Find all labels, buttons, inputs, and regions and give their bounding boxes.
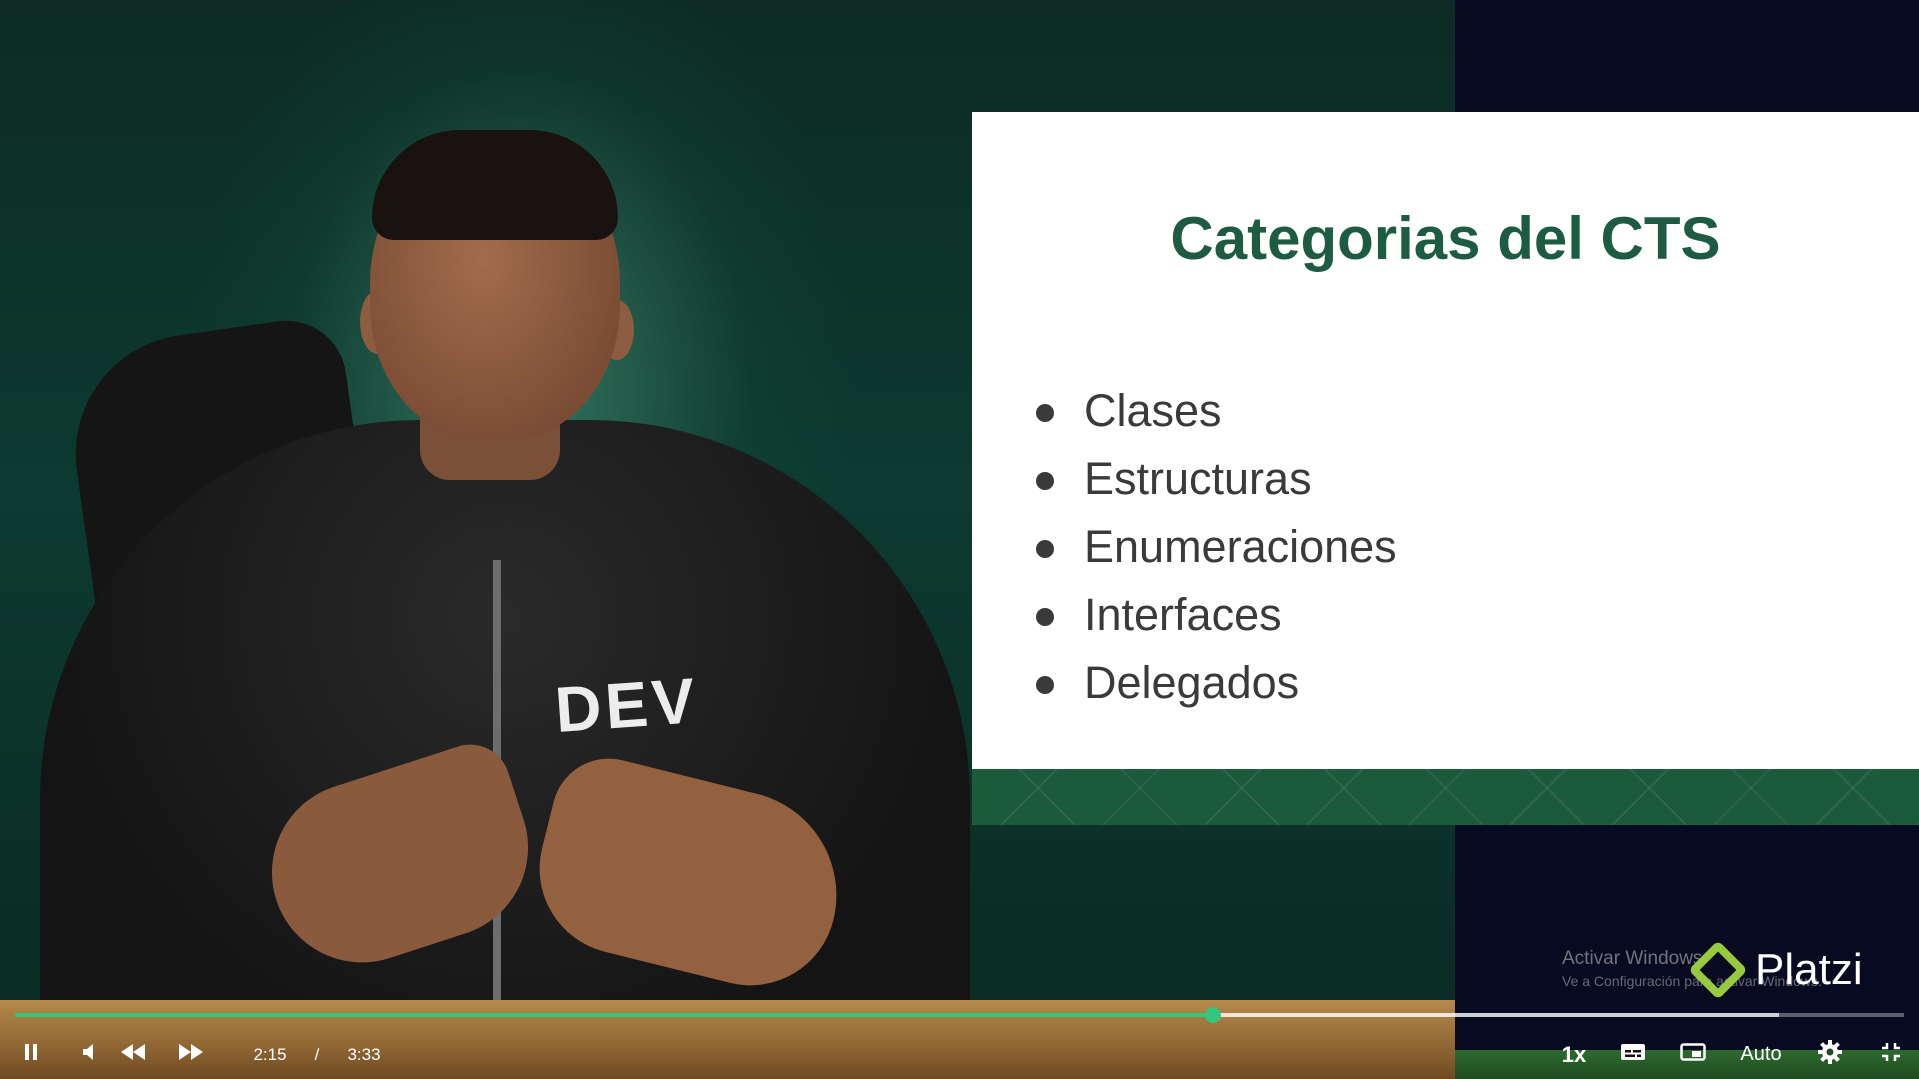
shirt-text: DEV <box>552 664 701 746</box>
slide-title: Categorias del CTS <box>1170 205 1721 272</box>
list-item-label: Enumeraciones <box>1084 521 1397 572</box>
list-item-label: Interfaces <box>1084 589 1282 640</box>
duration: 3:33 <box>347 1044 381 1064</box>
list-item-label: Delegados <box>1084 657 1300 708</box>
bullet-icon <box>1036 404 1054 422</box>
captions-icon <box>1620 1042 1646 1067</box>
pip-icon <box>1680 1042 1706 1067</box>
list-item: Interfaces <box>1034 581 1397 649</box>
volume-icon <box>80 1042 98 1067</box>
bullet-icon <box>1036 608 1054 626</box>
list-item: Estructuras <box>1034 445 1397 513</box>
slide-bullet-list: Clases Estructuras Enumeraciones Interfa… <box>1034 377 1397 717</box>
list-item: Clases <box>1034 377 1397 445</box>
quality-button[interactable]: Auto <box>1736 1030 1786 1079</box>
progress-bar[interactable] <box>15 1007 1904 1023</box>
platzi-wordmark: Platzi <box>1755 945 1863 994</box>
slide-footer-band <box>972 769 1919 825</box>
list-item: Enumeraciones <box>1034 513 1397 581</box>
player-controls: 2:15 / 3:33 1x Auto <box>0 1030 1919 1079</box>
forward-icon <box>177 1042 205 1067</box>
presenter-body <box>40 420 970 1079</box>
picture-in-picture-button[interactable] <box>1678 1030 1708 1079</box>
exit-fullscreen-button[interactable] <box>1876 1030 1906 1079</box>
list-item: Delegados <box>1034 649 1397 717</box>
current-time: 2:15 <box>253 1044 287 1064</box>
platzi-logo: Platzi <box>1688 940 1863 1000</box>
activate-windows-title: Activar Windows <box>1562 948 1703 969</box>
time-separator: / <box>314 1044 320 1064</box>
platzi-logo-icon <box>1688 940 1748 1000</box>
exit-fullscreen-icon <box>1881 1042 1901 1067</box>
rewind-icon <box>119 1042 147 1067</box>
presenter-hair <box>372 130 618 240</box>
volume-button[interactable] <box>74 1030 104 1079</box>
pause-icon <box>23 1043 39 1066</box>
video-frame[interactable]: DEV Categorias del CTS Clases Estructura… <box>0 0 1919 1079</box>
settings-button[interactable] <box>1815 1030 1845 1079</box>
list-item-label: Clases <box>1084 385 1222 436</box>
progress-handle[interactable] <box>1204 1007 1221 1023</box>
presentation-slide: Categorias del CTS Clases Estructuras En… <box>972 112 1919 769</box>
bullet-icon <box>1036 540 1054 558</box>
bullet-icon <box>1036 676 1054 694</box>
settings-icon <box>1817 1039 1843 1070</box>
captions-button[interactable] <box>1618 1030 1648 1079</box>
list-item-label: Estructuras <box>1084 453 1312 504</box>
pause-button[interactable] <box>14 1030 48 1079</box>
progress-played <box>15 1013 1213 1017</box>
playback-speed-button[interactable]: 1x <box>1556 1030 1592 1079</box>
rewind-button[interactable] <box>116 1030 150 1079</box>
bullet-icon <box>1036 472 1054 490</box>
forward-button[interactable] <box>174 1030 208 1079</box>
